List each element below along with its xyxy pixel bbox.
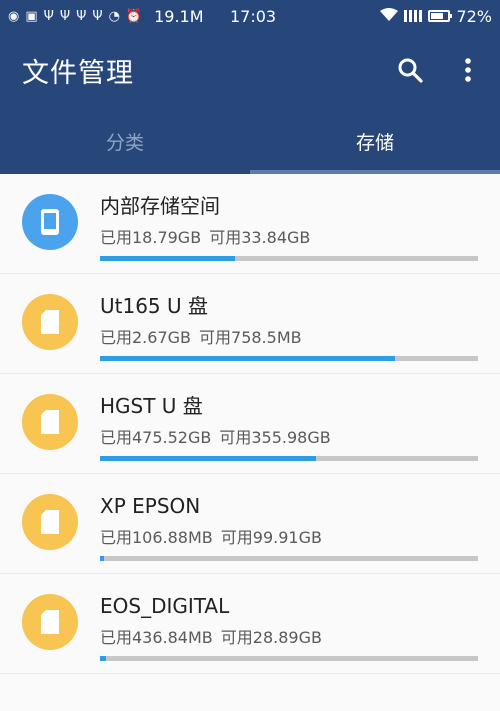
alarm-icon: ⏰: [125, 8, 143, 24]
storage-item-usb-hgst[interactable]: HGST U 盘 已用475.52GB 可用355.98GB: [0, 374, 500, 474]
storage-name: HGST U 盘: [100, 394, 203, 418]
usage-bar-fill: [100, 456, 317, 461]
usb-icon: Ψ: [43, 8, 54, 24]
usb-icon: Ψ: [59, 8, 71, 24]
network-speed: 19.1M: [154, 6, 204, 26]
usb-icon: Ψ: [76, 8, 87, 24]
storage-list: 内部存储空间 已用18.79GB 可用33.84GB Ut165 U 盘 已用2…: [0, 174, 500, 674]
usage-bar-fill: [100, 256, 235, 261]
usage-bar: [100, 256, 478, 261]
usage-bar: [100, 656, 478, 661]
image-icon: ▣: [25, 8, 38, 24]
sd-card-icon: [22, 494, 78, 550]
used-space: 已用18.79GB: [100, 228, 202, 247]
app-notification-icon: ◉: [8, 8, 20, 24]
usage-bar-fill: [100, 356, 395, 361]
usb-icon: Ψ: [92, 8, 103, 24]
storage-name: XP EPSON: [100, 494, 201, 518]
storage-item-internal[interactable]: 内部存储空间 已用18.79GB 可用33.84GB: [0, 174, 500, 274]
tab-bar: 分类 存储: [0, 108, 500, 174]
storage-name: Ut165 U 盘: [100, 294, 209, 318]
app-bar: 文件管理: [0, 32, 500, 108]
usage-bar: [100, 556, 478, 561]
status-bar: ◉ ▣ Ψ Ψ Ψ Ψ ◔ ⏰ 19.1M 17:03 72%: [0, 0, 500, 32]
battery-percent: 72%: [456, 6, 492, 26]
used-space: 已用106.88MB: [100, 528, 213, 547]
sd-card-icon: [22, 294, 78, 350]
free-space: 可用33.84GB: [209, 228, 311, 247]
clock: 17:03: [230, 6, 277, 26]
sd-card-icon: [22, 594, 78, 650]
search-icon[interactable]: [392, 52, 428, 88]
usage-bar: [100, 456, 478, 461]
notification-icons: ◉ ▣ Ψ Ψ Ψ Ψ ◔ ⏰ 19.1M: [8, 7, 204, 26]
speedometer-icon: ◔: [108, 8, 120, 24]
usage-bar: [100, 356, 478, 361]
storage-item-eos-digital[interactable]: EOS_DIGITAL 已用436.84MB 可用28.89GB: [0, 574, 500, 674]
battery-icon: [428, 10, 453, 22]
storage-name: 内部存储空间: [100, 194, 220, 218]
more-vert-icon[interactable]: [450, 52, 486, 88]
system-icons: 72%: [380, 7, 492, 26]
usage-bar-fill: [100, 556, 104, 561]
used-space: 已用2.67GB: [100, 328, 192, 347]
usage-bar-fill: [100, 656, 106, 661]
free-space: 可用99.91GB: [220, 528, 322, 547]
free-space: 可用28.89GB: [220, 628, 322, 647]
phone-icon: [22, 194, 78, 250]
wifi-icon: [380, 7, 399, 26]
tab-storage[interactable]: 存储: [250, 108, 500, 174]
app-title: 文件管理: [22, 57, 134, 89]
sd-card-icon: [22, 394, 78, 450]
storage-name: EOS_DIGITAL: [100, 594, 230, 618]
free-space: 可用758.5MB: [199, 328, 302, 347]
signal-icon: [404, 7, 423, 26]
used-space: 已用475.52GB: [100, 428, 212, 447]
storage-item-usb-ut165[interactable]: Ut165 U 盘 已用2.67GB 可用758.5MB: [0, 274, 500, 374]
free-space: 可用355.98GB: [219, 428, 331, 447]
used-space: 已用436.84MB: [100, 628, 213, 647]
tab-category[interactable]: 分类: [0, 108, 250, 174]
storage-item-xp-epson[interactable]: XP EPSON 已用106.88MB 可用99.91GB: [0, 474, 500, 574]
